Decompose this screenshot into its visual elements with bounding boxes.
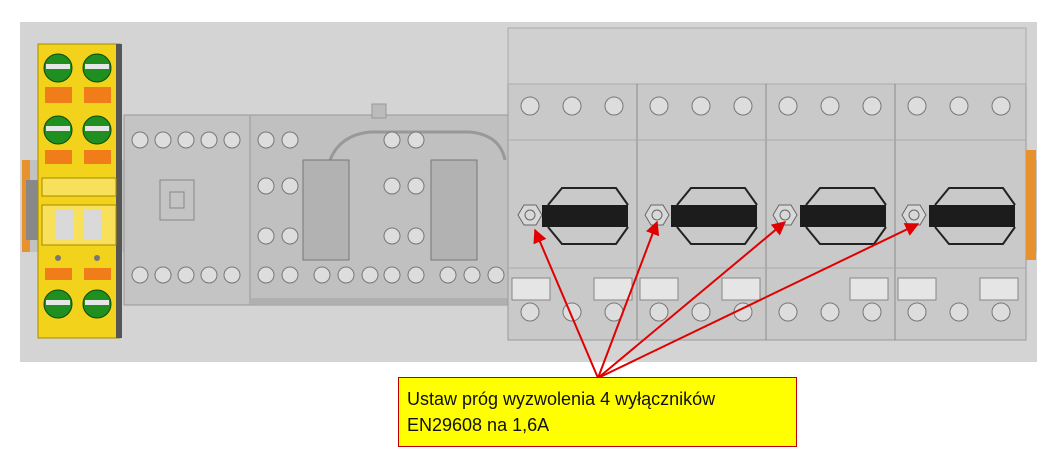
contactor-1: [123, 114, 251, 306]
rotary-handle: [800, 205, 886, 227]
contactor-2: [249, 103, 509, 306]
rotary-handle: [671, 205, 757, 227]
rotary-handle: [542, 205, 628, 227]
instruction-callout: Ustaw próg wyzwolenia 4 wyłączników EN29…: [398, 377, 797, 447]
callout-line-2: EN29608 na 1,6A: [407, 415, 550, 435]
rotary-handle: [929, 205, 1015, 227]
callout-line-1: Ustaw próg wyzwolenia 4 wyłączników: [407, 389, 716, 409]
terminal-block: [37, 43, 122, 339]
